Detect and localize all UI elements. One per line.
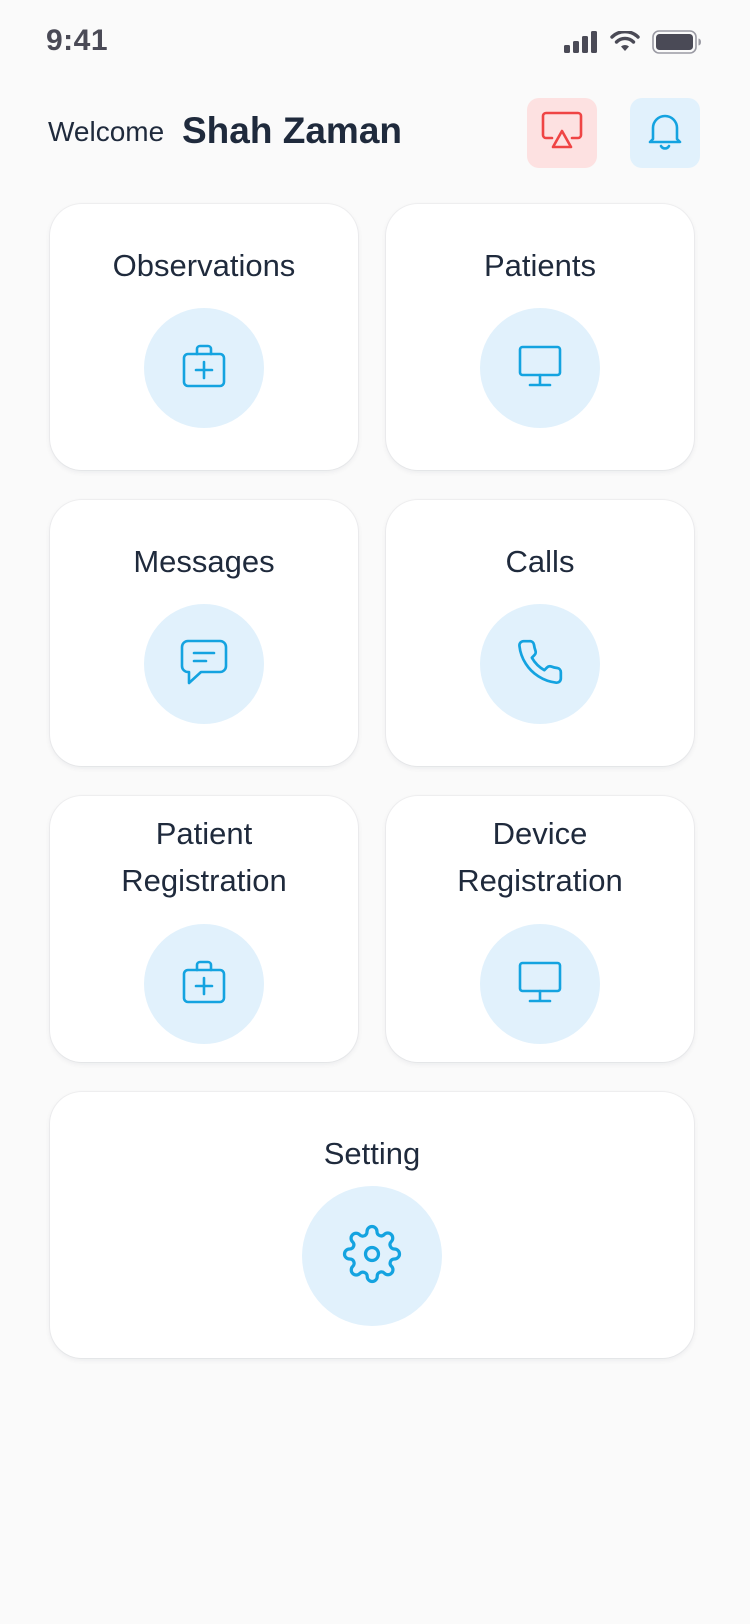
cast-button[interactable] bbox=[527, 98, 597, 168]
signal-icon bbox=[564, 31, 598, 58]
patients-label: Patients bbox=[483, 248, 596, 283]
status-time: 9:41 bbox=[46, 24, 109, 57]
device-registration-label-text: Device Registration bbox=[457, 816, 623, 898]
device-registration-icon-circle bbox=[480, 924, 600, 1044]
medical-bag-icon bbox=[181, 343, 227, 394]
messages-label: Messages bbox=[133, 544, 275, 579]
patient-registration-card[interactable]: Patient Registration bbox=[50, 796, 358, 1062]
cast-icon bbox=[540, 111, 584, 156]
chat-bubble-icon bbox=[179, 638, 229, 691]
welcome-label: Welcome bbox=[48, 116, 165, 147]
setting-icon-circle bbox=[302, 1186, 442, 1326]
phone-icon bbox=[515, 637, 565, 692]
observations-icon-circle bbox=[144, 308, 264, 428]
wifi-icon bbox=[610, 30, 640, 58]
patients-card[interactable]: Patients bbox=[386, 204, 694, 470]
monitor-icon bbox=[517, 344, 563, 393]
calls-label: Calls bbox=[505, 544, 575, 579]
header: Welcome Shah Zaman bbox=[48, 98, 702, 170]
setting-label: Setting bbox=[323, 1136, 421, 1171]
notifications-button[interactable] bbox=[630, 98, 700, 168]
patient-registration-label-text: Patient Registration bbox=[121, 816, 287, 898]
observations-card[interactable]: Observations bbox=[50, 204, 358, 470]
status-icons bbox=[564, 30, 702, 59]
patient-registration-label: Patient Registration bbox=[50, 810, 358, 904]
device-registration-label: Device Registration bbox=[386, 810, 694, 904]
monitor-icon bbox=[517, 960, 563, 1009]
gear-icon bbox=[342, 1224, 402, 1289]
status-bar: 9:41 bbox=[0, 0, 750, 88]
patient-registration-icon-circle bbox=[144, 924, 264, 1044]
bell-icon bbox=[647, 111, 683, 156]
device-registration-card[interactable]: Device Registration bbox=[386, 796, 694, 1062]
patients-icon-circle bbox=[480, 308, 600, 428]
calls-icon-circle bbox=[480, 604, 600, 724]
calls-card[interactable]: Calls bbox=[386, 500, 694, 766]
battery-icon bbox=[652, 30, 702, 59]
messages-icon-circle bbox=[144, 604, 264, 724]
observations-label: Observations bbox=[112, 248, 296, 283]
setting-card[interactable]: Setting bbox=[50, 1092, 694, 1358]
user-name: Shah Zaman bbox=[182, 110, 402, 151]
messages-card[interactable]: Messages bbox=[50, 500, 358, 766]
medical-bag-icon bbox=[181, 959, 227, 1010]
